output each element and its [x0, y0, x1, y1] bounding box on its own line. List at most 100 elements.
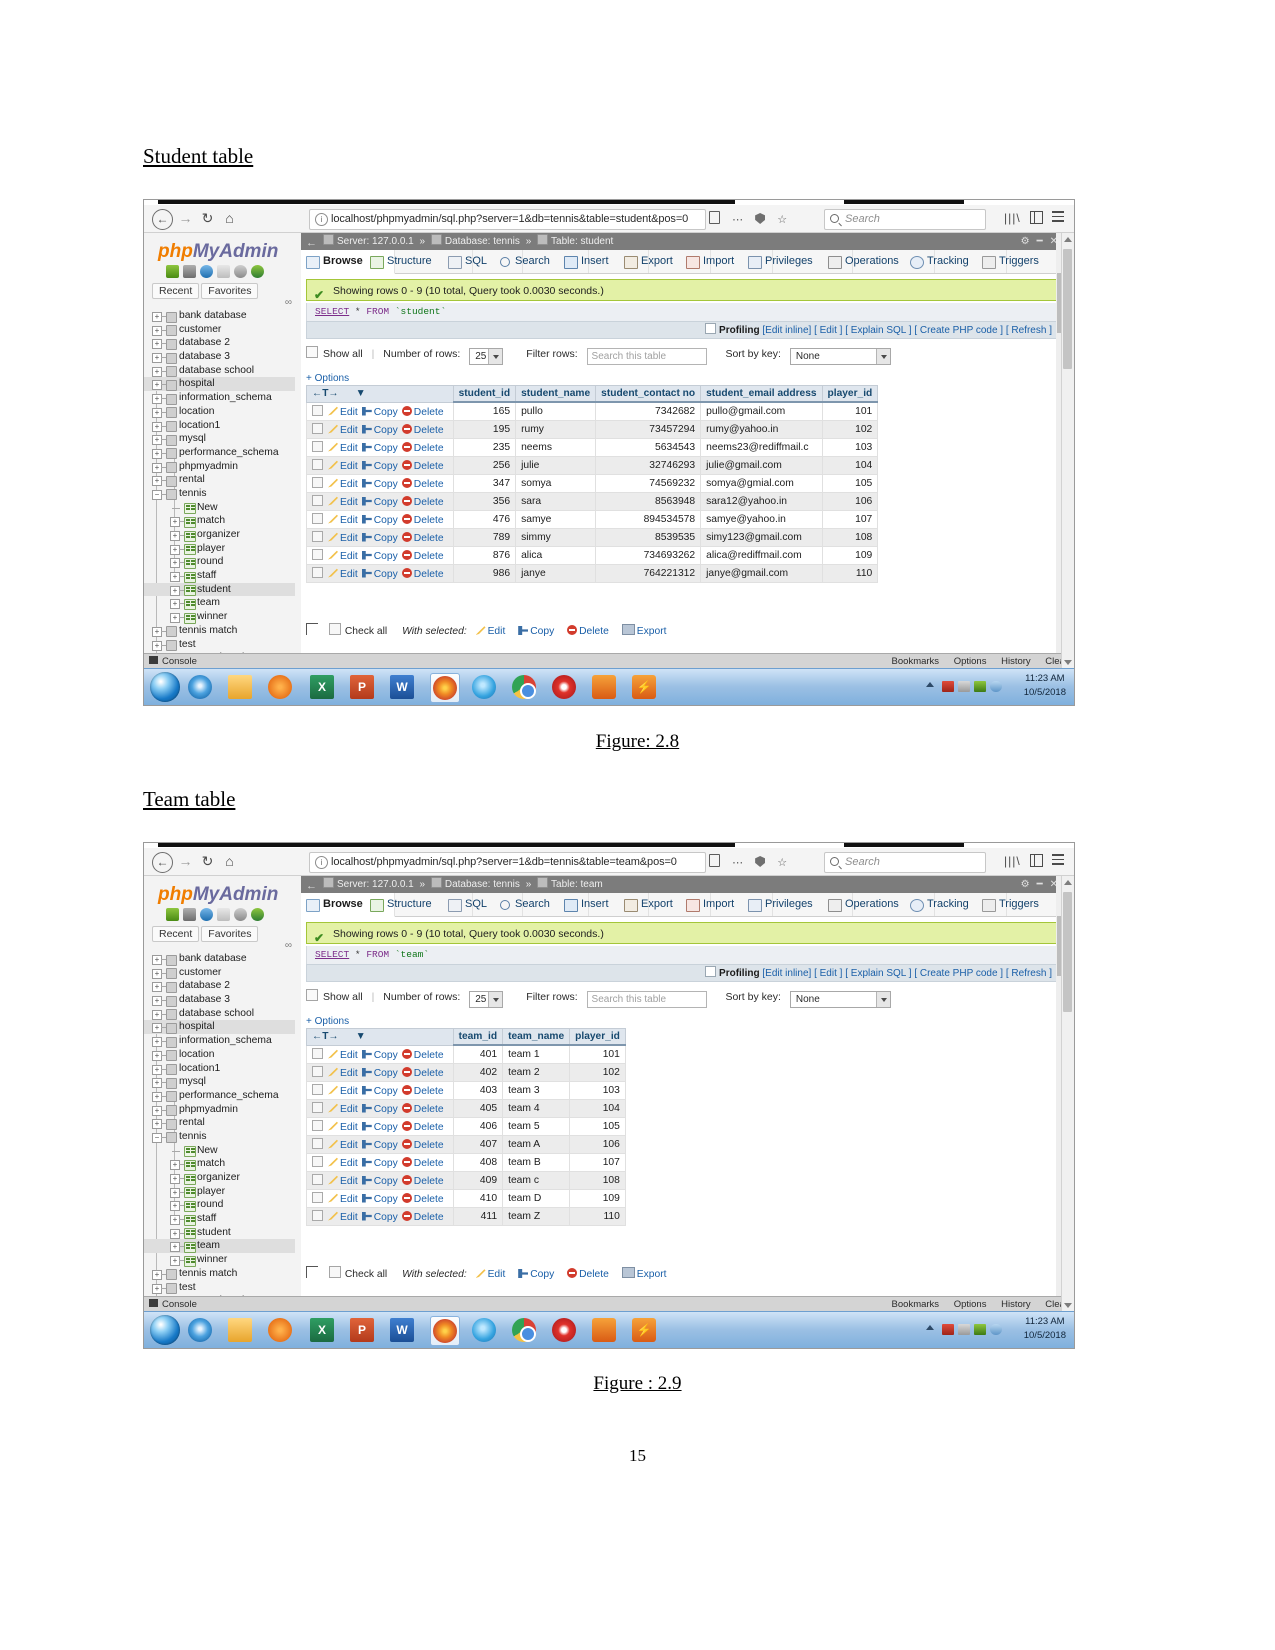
row-copy-link[interactable]: Copy [361, 478, 398, 490]
tab-triggers[interactable]: Triggers [977, 250, 1062, 273]
bulk-export-link[interactable]: Export [621, 624, 667, 637]
reload-icon[interactable]: ↻ [198, 852, 217, 871]
table-row[interactable]: Edit Copy Delete 403 team 3 103 [306, 1080, 626, 1100]
breadcrumb-database[interactable]: Database: tennis [445, 879, 520, 890]
row-delete-link[interactable]: Delete [401, 513, 444, 526]
explain-sql-link[interactable]: [ Explain SQL ] [845, 968, 911, 979]
action-center-icon[interactable] [990, 681, 1002, 692]
volume-icon[interactable] [974, 681, 986, 692]
db-tree-table-player[interactable]: + player [144, 1185, 295, 1199]
column-header[interactable]: player_id [821, 385, 879, 403]
reader-view-icon[interactable] [709, 854, 720, 867]
table-row[interactable]: Edit Copy Delete 195 rumy 73457294 rumy@yahoo.… [306, 419, 879, 439]
check-all-checkbox[interactable] [328, 1266, 341, 1278]
explain-sql-link[interactable]: [ Explain SQL ] [845, 325, 911, 336]
taskbar-word-icon[interactable]: W [388, 673, 416, 701]
library-icon[interactable]: |||\ [1004, 211, 1021, 225]
console-history[interactable]: History [1001, 656, 1031, 667]
row-delete-link[interactable]: Delete [401, 531, 444, 544]
expand-icon[interactable]: + [152, 968, 162, 979]
row-checkbox[interactable] [312, 422, 323, 434]
column-sort-controls[interactable]: ←T→ ▼ [306, 385, 454, 403]
table-row[interactable]: Edit Copy Delete 476 samye 894534578 samye@yah… [306, 509, 879, 529]
network-icon[interactable] [958, 1324, 970, 1335]
db-tree-table-match[interactable]: + match [144, 514, 295, 528]
row-checkbox[interactable] [312, 1065, 323, 1077]
db-tree-item-hospital[interactable]: + hospital [144, 1020, 295, 1035]
db-tree-item-database-2[interactable]: + database 2 [144, 979, 295, 993]
filter-rows-input[interactable]: Search this table [586, 991, 707, 1008]
expand-icon[interactable]: + [152, 996, 162, 1007]
reader-view-icon[interactable] [709, 211, 720, 224]
row-delete-link[interactable]: Delete [401, 1156, 444, 1169]
filter-rows-input[interactable]: Search this table [586, 348, 707, 365]
show-hidden-icons-icon[interactable] [926, 1325, 934, 1330]
table-row[interactable]: Edit Copy Delete 411 team Z 110 [306, 1206, 626, 1226]
db-tree-item-tennis-match[interactable]: + tennis match [144, 624, 295, 638]
row-copy-link[interactable]: Copy [361, 1211, 398, 1223]
db-tree-item-location1[interactable]: + location1 [144, 1062, 295, 1076]
refresh-link[interactable]: [ Refresh ] [1006, 968, 1052, 979]
scroll-up-icon[interactable] [1064, 880, 1072, 885]
row-copy-link[interactable]: Copy [361, 514, 398, 526]
taskbar-internet-explorer-icon[interactable] [186, 1316, 214, 1344]
row-checkbox[interactable] [312, 1209, 323, 1221]
breadcrumb-server[interactable]: Server: 127.0.0.1 [337, 236, 414, 247]
row-edit-link[interactable]: Edit [328, 1194, 358, 1205]
scrollbar-thumb[interactable] [1063, 249, 1072, 369]
table-row[interactable]: Edit Copy Delete 405 team 4 104 [306, 1098, 626, 1118]
expand-icon[interactable]: − [152, 489, 162, 500]
options-toggle-link[interactable]: + Options [306, 1016, 349, 1027]
reload-icon[interactable]: ↻ [198, 209, 217, 228]
row-copy-link[interactable]: Copy [361, 532, 398, 544]
taskbar-powerpoint-icon[interactable]: P [348, 673, 376, 701]
table-row[interactable]: Edit Copy Delete 407 team A 106 [306, 1134, 626, 1154]
home-icon[interactable] [166, 908, 179, 921]
table-row[interactable]: Edit Copy Delete 256 julie 32746293 julie@gmai… [306, 455, 879, 475]
docs-icon[interactable] [217, 265, 230, 278]
help-icon[interactable] [200, 908, 213, 921]
taskbar-word-icon[interactable]: W [388, 1316, 416, 1344]
settings-icon[interactable] [234, 908, 247, 921]
row-delete-link[interactable]: Delete [401, 441, 444, 454]
table-row[interactable]: Edit Copy Delete 402 team 2 102 [306, 1062, 626, 1082]
column-header[interactable]: student_contact no [595, 385, 702, 403]
window-scrollbar[interactable] [1061, 876, 1074, 1312]
row-copy-link[interactable]: Copy [361, 550, 398, 562]
breadcrumb-database[interactable]: Database: tennis [445, 236, 520, 247]
expand-icon[interactable]: + [170, 599, 180, 610]
phpmyadmin-logo[interactable]: phpMyAdmin [158, 241, 278, 263]
table-row[interactable]: Edit Copy Delete 789 simmy 8539535 simy123@gma… [306, 527, 879, 547]
row-edit-link[interactable]: Edit [328, 479, 358, 490]
expand-icon[interactable]: + [152, 476, 162, 487]
show-hidden-icons-icon[interactable] [926, 682, 934, 687]
row-edit-link[interactable]: Edit [328, 1086, 358, 1097]
breadcrumb-server[interactable]: Server: 127.0.0.1 [337, 879, 414, 890]
row-edit-link[interactable]: Edit [328, 1068, 358, 1079]
row-copy-link[interactable]: Copy [361, 1049, 398, 1061]
expand-icon[interactable]: + [170, 558, 180, 569]
home-icon[interactable]: ⌂ [220, 852, 239, 871]
taskbar-chrome-icon[interactable] [510, 1316, 538, 1344]
row-checkbox[interactable] [312, 476, 323, 488]
table-row[interactable]: Edit Copy Delete 409 team c 108 [306, 1170, 626, 1190]
row-copy-link[interactable]: Copy [361, 568, 398, 580]
expand-icon[interactable]: + [170, 1256, 180, 1267]
db-tree-item-mysql[interactable]: + mysql [144, 432, 295, 446]
server-icon[interactable] [183, 908, 196, 921]
library-icon[interactable]: |||\ [1004, 854, 1021, 868]
home-icon[interactable] [166, 265, 179, 278]
phpmyadmin-logo[interactable]: phpMyAdmin [158, 884, 278, 906]
db-tree-item-tennis[interactable]: − tennis [144, 487, 295, 501]
table-row[interactable]: Edit Copy Delete 356 sara 8563948 sara12@yahoo… [306, 491, 879, 511]
expand-icon[interactable]: + [152, 312, 162, 322]
expand-icon[interactable]: + [152, 353, 162, 364]
sidebar-toggle-icon[interactable] [1030, 854, 1043, 867]
address-bar[interactable]: i localhost/phpmyadmin/sql.php?server=1&… [309, 209, 706, 230]
number-of-rows-select[interactable]: 25 [469, 991, 504, 1008]
console-options[interactable]: Options [954, 656, 987, 667]
taskbar-vlc-icon[interactable] [590, 1316, 618, 1344]
expand-icon[interactable]: + [152, 339, 162, 350]
db-tree-item-database-3[interactable]: + database 3 [144, 993, 295, 1007]
taskbar-excel-icon[interactable]: X [308, 1316, 336, 1344]
